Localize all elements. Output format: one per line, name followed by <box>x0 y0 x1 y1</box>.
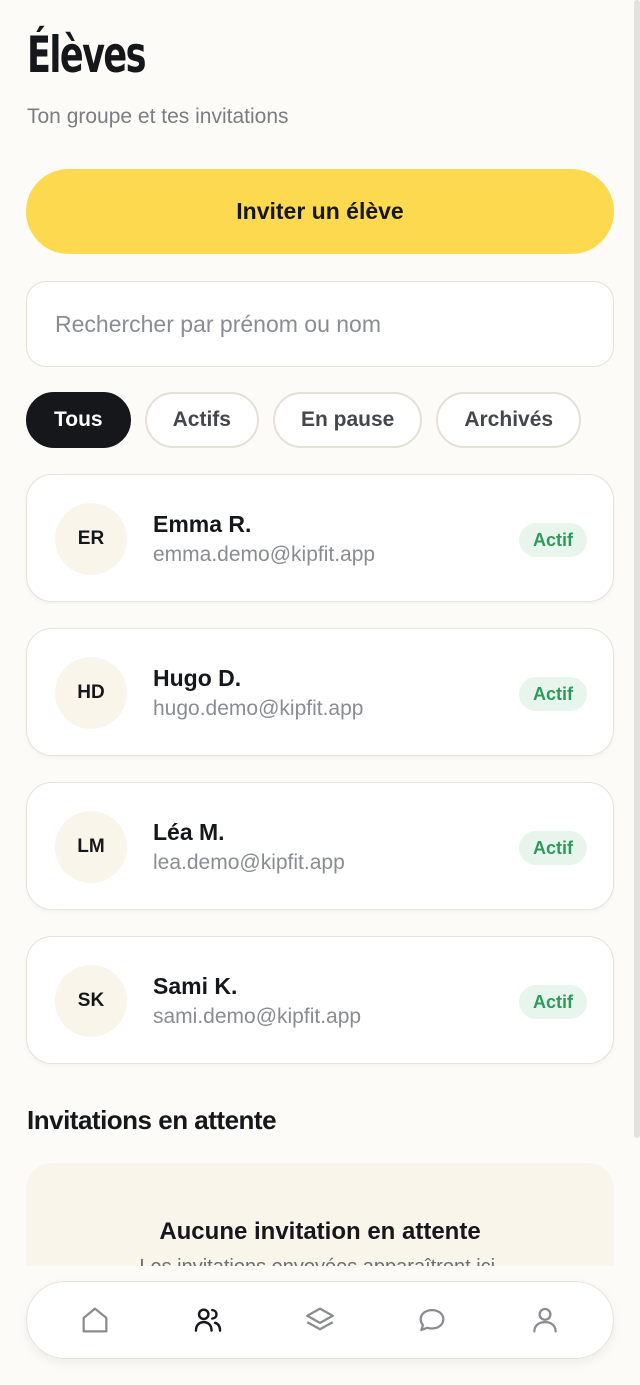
page-subtitle: Ton groupe et tes invitations <box>27 105 289 128</box>
student-list: ER Emma R. emma.demo@kipfit.app Actif HD… <box>26 474 614 1090</box>
invite-student-button[interactable]: Inviter un élève <box>26 169 614 254</box>
page-title: Élèves <box>27 26 147 84</box>
tab-profile[interactable] <box>515 1290 575 1350</box>
layers-icon <box>306 1307 334 1331</box>
status-badge: Actif <box>519 677 587 711</box>
student-email: emma.demo@kipfit.app <box>153 543 376 566</box>
profile-icon <box>532 1307 557 1333</box>
avatar: ER <box>55 503 127 575</box>
status-badge: Actif <box>519 831 587 865</box>
filter-chips: Tous Actifs En pause Archivés <box>26 392 595 448</box>
tab-home[interactable] <box>65 1290 125 1350</box>
student-card[interactable]: ER Emma R. emma.demo@kipfit.app Actif <box>26 474 614 602</box>
student-email: lea.demo@kipfit.app <box>153 851 345 874</box>
filter-chip-paused[interactable]: En pause <box>272 392 423 448</box>
search-input[interactable] <box>26 281 614 367</box>
avatar: LM <box>55 811 127 883</box>
student-name: Sami K. <box>153 973 238 999</box>
empty-state-title: Aucune invitation en attente <box>159 1218 481 1245</box>
student-email: sami.demo@kipfit.app <box>153 1005 362 1028</box>
scrollbar[interactable] <box>634 0 640 1138</box>
filter-chip-active[interactable]: Actifs <box>144 392 259 448</box>
filter-chip-archived[interactable]: Archivés <box>436 392 582 448</box>
status-badge: Actif <box>519 523 587 557</box>
student-card[interactable]: SK Sami K. sami.demo@kipfit.app Actif <box>26 936 614 1064</box>
avatar: SK <box>55 965 127 1037</box>
student-name: Léa M. <box>153 819 225 845</box>
filter-chip-all[interactable]: Tous <box>26 392 131 448</box>
home-icon <box>82 1307 108 1333</box>
student-name: Emma R. <box>153 511 252 537</box>
students-screen: Élèves Ton groupe et tes invitations Inv… <box>0 0 640 1385</box>
student-email: hugo.demo@kipfit.app <box>153 697 364 720</box>
status-badge: Actif <box>519 985 587 1019</box>
tab-messages[interactable] <box>402 1290 462 1350</box>
student-name: Hugo D. <box>153 665 242 691</box>
student-card[interactable]: LM Léa M. lea.demo@kipfit.app Actif <box>26 782 614 910</box>
users-icon <box>194 1308 221 1332</box>
pending-invitations-title: Invitations en attente <box>27 1105 277 1135</box>
bottom-tab-bar <box>26 1281 614 1359</box>
tab-students[interactable] <box>178 1290 238 1350</box>
student-card[interactable]: HD Hugo D. hugo.demo@kipfit.app Actif <box>26 628 614 756</box>
tab-programs[interactable] <box>290 1290 350 1350</box>
avatar: HD <box>55 657 127 729</box>
chat-icon <box>419 1308 445 1332</box>
